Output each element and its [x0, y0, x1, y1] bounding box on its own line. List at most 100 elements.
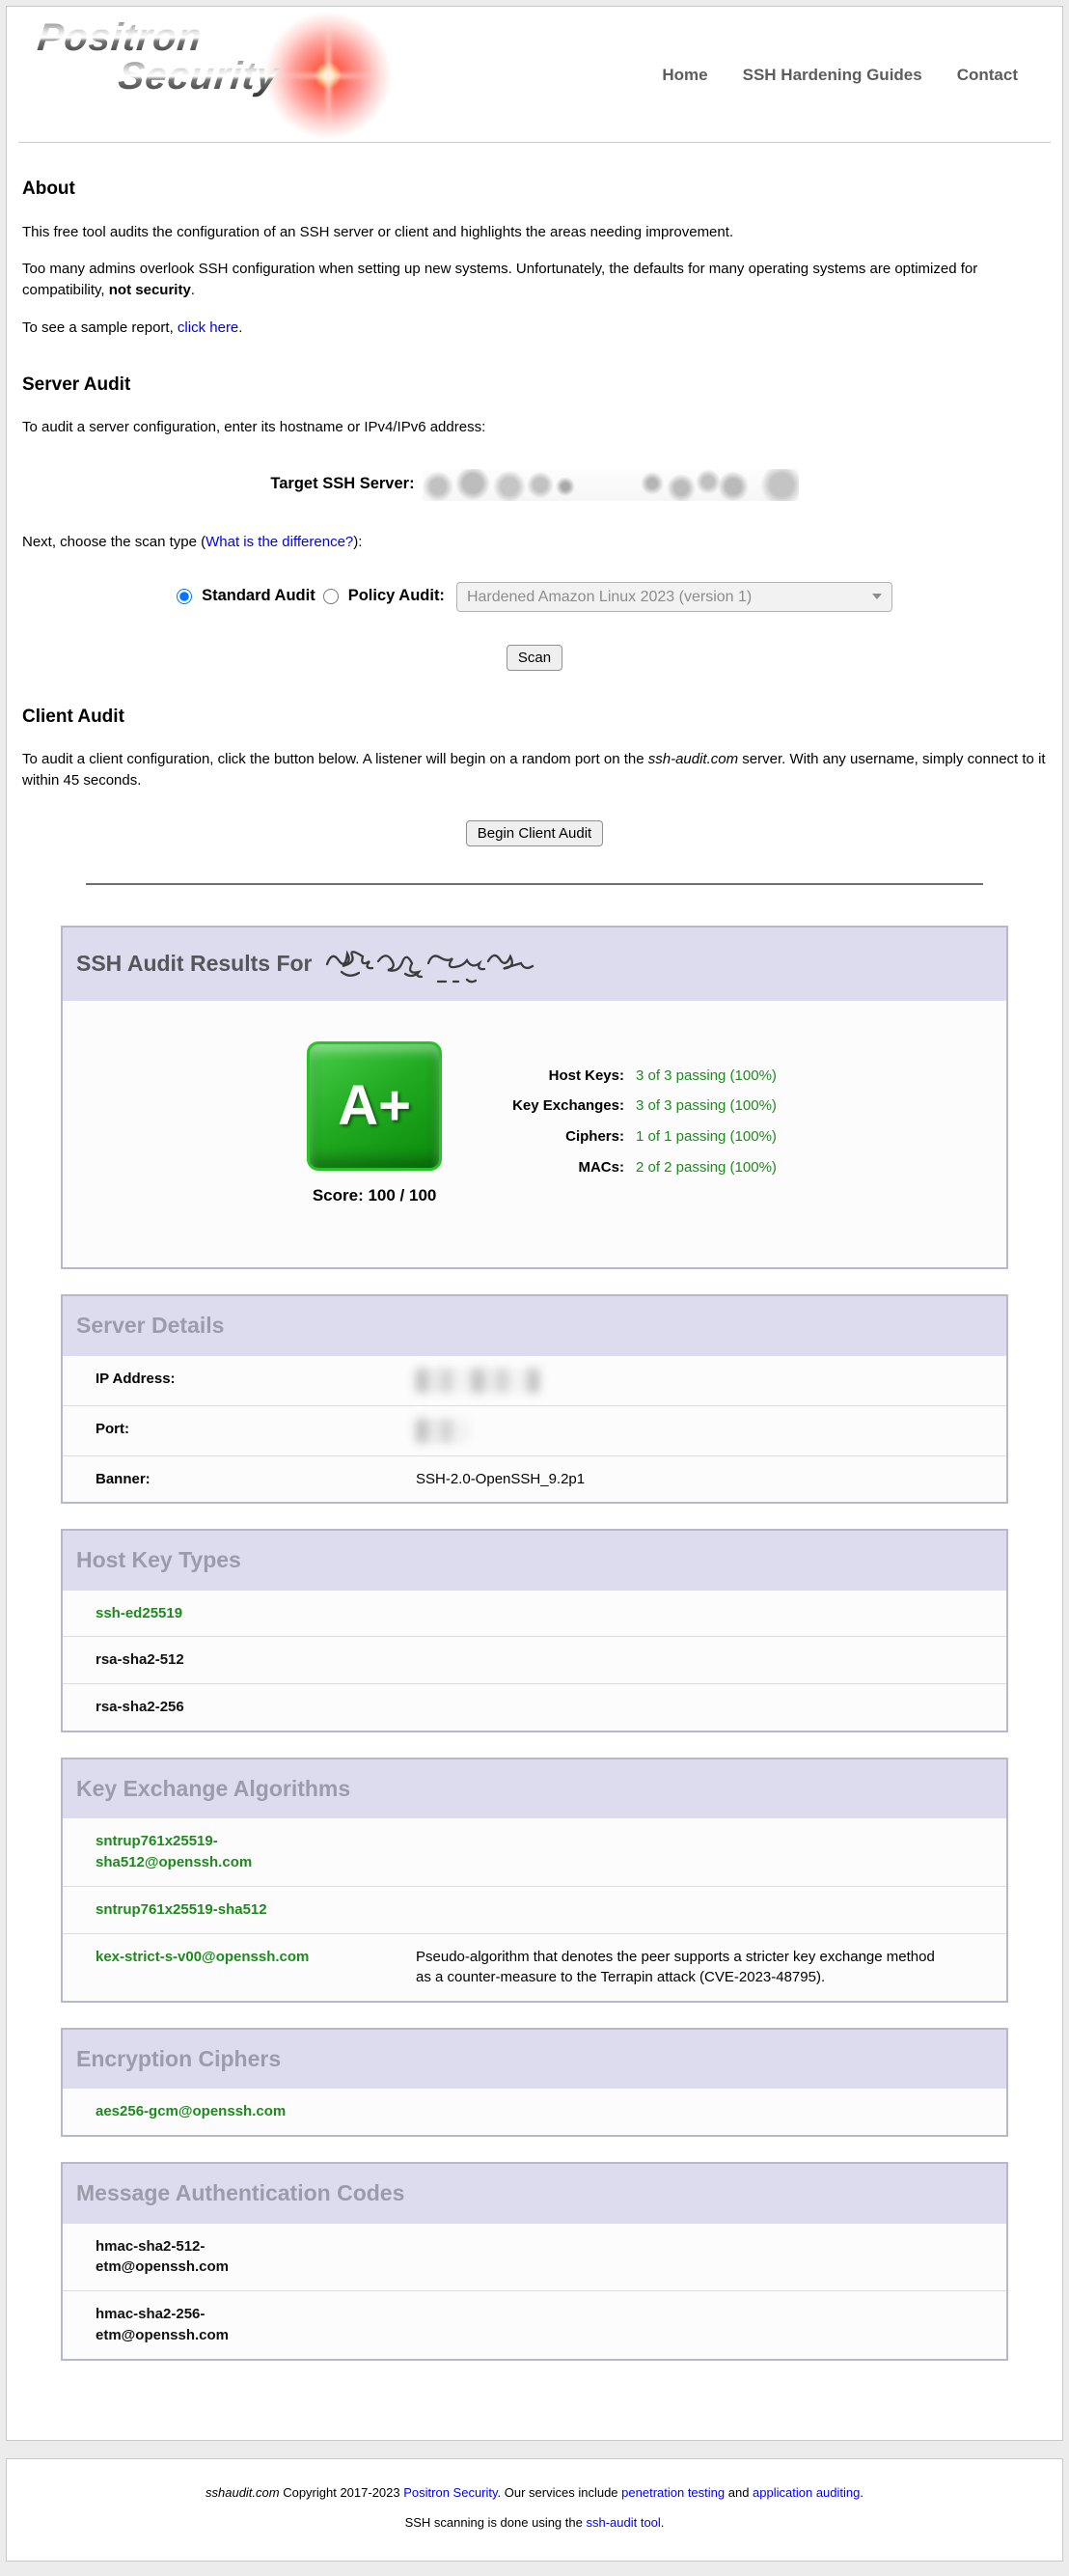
scan-type-text: Next, choose the scan type ( [22, 534, 206, 550]
encryption-ciphers-title: Encryption Ciphers [63, 2030, 1006, 2089]
client-audit-heading: Client Audit [22, 704, 1047, 731]
table-row: ssh-ed25519 [63, 1591, 1006, 1637]
kex-algorithm-desc [416, 1831, 966, 1873]
stat-value: 3 of 3 passing (100%) [636, 1091, 777, 1122]
target-ssh-server-label: Target SSH Server: [270, 473, 414, 496]
host-key-name: rsa-sha2-256 [96, 1697, 416, 1718]
stat-label: MACs: [512, 1152, 636, 1183]
standard-audit-radio[interactable] [177, 589, 192, 604]
client-audit-text: To audit a client configuration, click t… [22, 751, 648, 767]
key-exchange-title: Key Exchange Algorithms [63, 1759, 1006, 1818]
host-key-name: rsa-sha2-512 [96, 1649, 416, 1671]
banner-value: SSH-2.0-OpenSSH_9.2p1 [416, 1469, 966, 1490]
nav-ssh-hardening-guides[interactable]: SSH Hardening Guides [743, 64, 922, 88]
table-row: rsa-sha2-256 [63, 1683, 1006, 1731]
grade-badge: A+ [307, 1041, 442, 1171]
server-details-panel: Server Details IP Address: Port: Banner:… [61, 1294, 1008, 1504]
server-details-title: Server Details [63, 1296, 1006, 1355]
table-row-port: Port: [63, 1405, 1006, 1455]
banner-label: Banner: [96, 1469, 416, 1490]
redacted-blur [416, 1369, 539, 1393]
footer-scanning-text: SSH scanning is done using the [405, 2515, 587, 2530]
port-label: Port: [96, 1419, 416, 1443]
macs-title: Message Authentication Codes [63, 2164, 1006, 2223]
logo-line1: Positron [24, 16, 415, 59]
standard-audit-label: Standard Audit [202, 585, 315, 608]
table-row: aes256-gcm@openssh.com [63, 2089, 1006, 2135]
about-paragraph-3: To see a sample report, click here. [22, 318, 1047, 339]
footer-positron-security-link[interactable]: Positron Security [403, 2485, 497, 2500]
ip-address-value-redacted [416, 1369, 966, 1393]
ssh-audit-results-panel: SSH Audit Results For A+ Score: 100 / 10… [61, 926, 1008, 1270]
sample-report-link[interactable]: click here [178, 319, 238, 336]
stat-row-macs: MACs: 2 of 2 passing (100%) [512, 1152, 777, 1183]
about-p2-period: . [191, 282, 195, 298]
table-row: hmac-sha2-512- etm@openssh.com [63, 2224, 1006, 2291]
stat-label: Ciphers: [512, 1122, 636, 1152]
table-row-banner: Banner: SSH-2.0-OpenSSH_9.2p1 [63, 1455, 1006, 1503]
table-row: rsa-sha2-512 [63, 1636, 1006, 1683]
kex-algorithm-name: sntrup761x25519- sha512@openssh.com [96, 1831, 416, 1873]
scan-type-options-row: Standard Audit Policy Audit: Hardened Am… [18, 582, 1051, 612]
host-key-types-title: Host Key Types [63, 1531, 1006, 1590]
stat-label: Host Keys: [512, 1061, 636, 1092]
host-key-types-panel: Host Key Types ssh-ed25519 rsa-sha2-512 … [61, 1529, 1008, 1732]
footer-text: . Our services include [498, 2485, 622, 2500]
positron-security-logo: Positron Security [24, 16, 410, 134]
table-row-ip: IP Address: [63, 1356, 1006, 1405]
about-heading: About [22, 176, 1047, 203]
footer-text: and [725, 2485, 753, 2500]
kex-algorithm-name: sntrup761x25519-sha512 [96, 1899, 416, 1921]
logo-text: Positron Security [20, 16, 415, 97]
client-audit-domain: ssh-audit.com [648, 751, 738, 767]
ip-address-label: IP Address: [96, 1369, 416, 1393]
stat-row-host-keys: Host Keys: 3 of 3 passing (100%) [512, 1061, 777, 1092]
footer-ssh-audit-tool-link[interactable]: ssh-audit tool [586, 2515, 660, 2530]
footer-application-auditing-link[interactable]: application auditing [753, 2485, 860, 2500]
redacted-blur [416, 1419, 470, 1443]
policy-audit-select[interactable]: Hardened Amazon Linux 2023 (version 1) [456, 582, 892, 612]
sample-report-period: . [238, 319, 242, 336]
scan-type-paragraph: Next, choose the scan type (What is the … [22, 532, 1047, 553]
policy-audit-label: Policy Audit: [348, 585, 445, 608]
mac-name: hmac-sha2-256- etm@openssh.com [96, 2304, 416, 2346]
site-header: Positron Security Home SSH Hardening Gui… [18, 7, 1051, 143]
port-value-redacted [416, 1419, 966, 1443]
stat-value: 1 of 1 passing (100%) [636, 1122, 777, 1152]
site-footer: sshaudit.com Copyright 2017-2023 Positro… [6, 2458, 1063, 2562]
table-row: sntrup761x25519- sha512@openssh.com [63, 1818, 1006, 1886]
macs-panel: Message Authentication Codes hmac-sha2-5… [61, 2162, 1008, 2360]
scan-type-text-end: ): [353, 534, 362, 550]
policy-audit-radio[interactable] [323, 589, 339, 604]
server-audit-intro: To audit a server configuration, enter i… [22, 417, 1047, 438]
grade-column: A+ Score: 100 / 100 [292, 1041, 456, 1208]
section-divider [86, 883, 984, 885]
results-panel-title: SSH Audit Results For [63, 928, 1006, 1001]
target-ssh-server-input[interactable] [423, 469, 799, 501]
encryption-ciphers-panel: Encryption Ciphers aes256-gcm@openssh.co… [61, 2028, 1008, 2137]
nav-contact[interactable]: Contact [957, 64, 1018, 88]
footer-text: . [860, 2485, 863, 2500]
cipher-name: aes256-gcm@openssh.com [96, 2101, 416, 2122]
footer-text: . [661, 2515, 665, 2530]
results-stats-table: Host Keys: 3 of 3 passing (100%) Key Exc… [512, 1061, 777, 1183]
footer-copyright-text: Copyright 2017-2023 [280, 2485, 404, 2500]
footer-penetration-testing-link[interactable]: penetration testing [621, 2485, 725, 2500]
table-row: sntrup761x25519-sha512 [63, 1886, 1006, 1933]
kex-algorithm-name: kex-strict-s-v00@openssh.com [96, 1947, 416, 1989]
scan-type-difference-link[interactable]: What is the difference? [206, 534, 353, 550]
stat-value: 3 of 3 passing (100%) [636, 1061, 777, 1092]
main-content: Positron Security Home SSH Hardening Gui… [6, 6, 1063, 2441]
kex-algorithm-desc [416, 1899, 966, 1921]
nav-home[interactable]: Home [662, 64, 707, 88]
about-paragraph-2: Too many admins overlook SSH configurati… [22, 259, 1047, 301]
host-key-name: ssh-ed25519 [96, 1603, 416, 1624]
scan-button[interactable]: Scan [507, 645, 562, 671]
redacted-target-scribble [322, 943, 550, 987]
client-audit-paragraph: To audit a client configuration, click t… [22, 749, 1047, 791]
policy-audit-select-value: Hardened Amazon Linux 2023 (version 1) [467, 586, 752, 608]
stat-row-key-exchanges: Key Exchanges: 3 of 3 passing (100%) [512, 1091, 777, 1122]
results-body: A+ Score: 100 / 100 Host Keys: 3 of 3 pa… [63, 1001, 1006, 1268]
footer-line-2: SSH scanning is done using the ssh-audit… [7, 2514, 1062, 2533]
begin-client-audit-button[interactable]: Begin Client Audit [466, 820, 603, 846]
